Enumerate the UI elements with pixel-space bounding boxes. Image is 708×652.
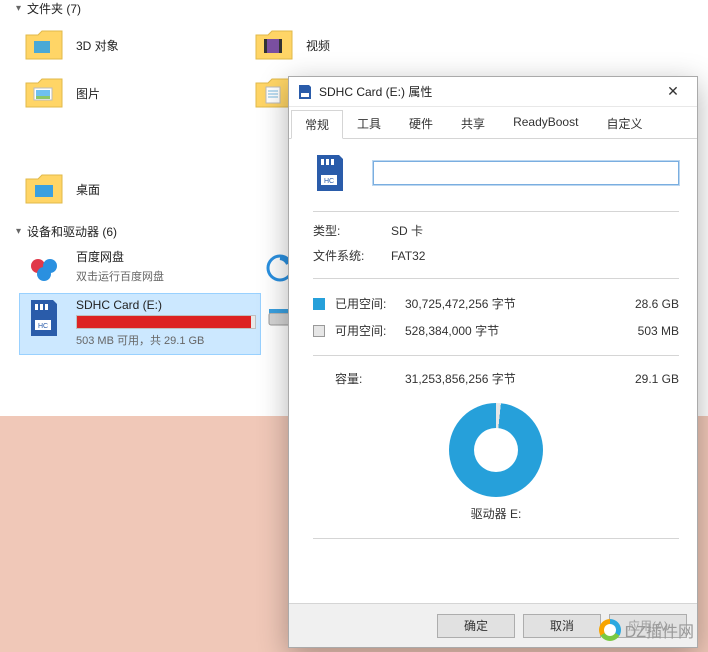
folders-section-title: 文件夹 (7) [27,0,81,17]
folders-section-header[interactable]: ▾ 文件夹 (7) [0,0,708,21]
filesystem-label: 文件系统: [313,247,391,264]
drive-sdhc[interactable]: HC SDHC Card (E:) 503 MB 可用，共 29.1 GB [20,294,260,354]
watermark-logo-icon [599,619,621,641]
used-swatch-icon [313,298,325,310]
cancel-button[interactable]: 取消 [523,614,601,638]
divider [313,278,679,279]
folder-pictures[interactable]: 图片 [20,69,250,117]
tab-tools[interactable]: 工具 [343,109,395,138]
tab-general[interactable]: 常规 [291,110,343,139]
free-label: 可用空间: [335,322,405,339]
drive-sub: 双击运行百度网盘 [76,268,256,284]
folder-icon [24,25,64,65]
dialog-body: HC 类型: SD 卡 文件系统: FAT32 已用空间: 30,725,472… [289,139,697,603]
capacity-label: 容量: [313,370,405,387]
sd-card-icon: HC [24,298,64,338]
folder-3d-objects[interactable]: 3D 对象 [20,21,250,69]
folder-label: 视频 [306,37,330,54]
used-bytes: 30,725,472,256 字节 [405,295,609,312]
drive-name: 百度网盘 [76,248,256,265]
svg-text:HC: HC [38,323,48,330]
ok-button[interactable]: 确定 [437,614,515,638]
dialog-title: SDHC Card (E:) 属性 [319,83,653,100]
divider [313,211,679,212]
drive-baidu[interactable]: 百度网盘 双击运行百度网盘 [20,244,260,294]
tab-hardware[interactable]: 硬件 [395,109,447,138]
folder-desktop[interactable]: 桌面 [20,165,250,213]
folder-label: 3D 对象 [76,37,119,54]
divider [313,355,679,356]
drives-section-title: 设备和驱动器 (6) [27,223,117,240]
titlebar[interactable]: SDHC Card (E:) 属性 ✕ [289,77,697,107]
used-human: 28.6 GB [609,297,679,311]
used-label: 已用空间: [335,295,405,312]
drive-name: SDHC Card (E:) [76,298,256,312]
chevron-down-icon: ▾ [16,226,21,237]
folder-label: 桌面 [76,181,100,198]
drive-sub: 503 MB 可用，共 29.1 GB [76,332,256,348]
chevron-down-icon: ▾ [16,3,21,14]
folder-icon [24,73,64,113]
folder-icon [254,25,294,65]
properties-dialog: SDHC Card (E:) 属性 ✕ 常规 工具 硬件 共享 ReadyBoo… [288,76,698,648]
folder-label: 图片 [76,85,100,102]
close-icon: ✕ [667,83,679,100]
free-human: 503 MB [609,324,679,338]
sd-card-icon: HC [313,153,347,193]
divider [313,538,679,539]
watermark: DZ插件网 [599,618,694,642]
svg-text:HC: HC [324,178,334,185]
tab-sharing[interactable]: 共享 [447,109,499,138]
tabs: 常规 工具 硬件 共享 ReadyBoost 自定义 [289,107,697,139]
drive-usage-bar [76,315,256,329]
free-swatch-icon [313,325,325,337]
watermark-text: DZ插件网 [625,618,694,642]
folder-videos[interactable]: 视频 [250,21,480,69]
capacity-human: 29.1 GB [609,372,679,386]
volume-name-input[interactable] [373,161,679,185]
capacity-bytes: 31,253,856,256 字节 [405,370,609,387]
drive-letter-label: 驱动器 E: [471,505,522,522]
folder-icon [24,169,64,209]
usage-donut-chart [449,403,543,497]
filesystem-value: FAT32 [391,249,679,263]
type-value: SD 卡 [391,222,679,239]
baidu-icon [24,248,64,288]
sd-card-icon [297,84,313,100]
drive-usage-fill [77,316,251,328]
close-button[interactable]: ✕ [653,78,693,106]
type-label: 类型: [313,222,391,239]
tab-readyboost[interactable]: ReadyBoost [499,109,592,138]
hidden-spacer [20,117,250,165]
free-bytes: 528,384,000 字节 [405,322,609,339]
tab-customize[interactable]: 自定义 [592,109,656,138]
